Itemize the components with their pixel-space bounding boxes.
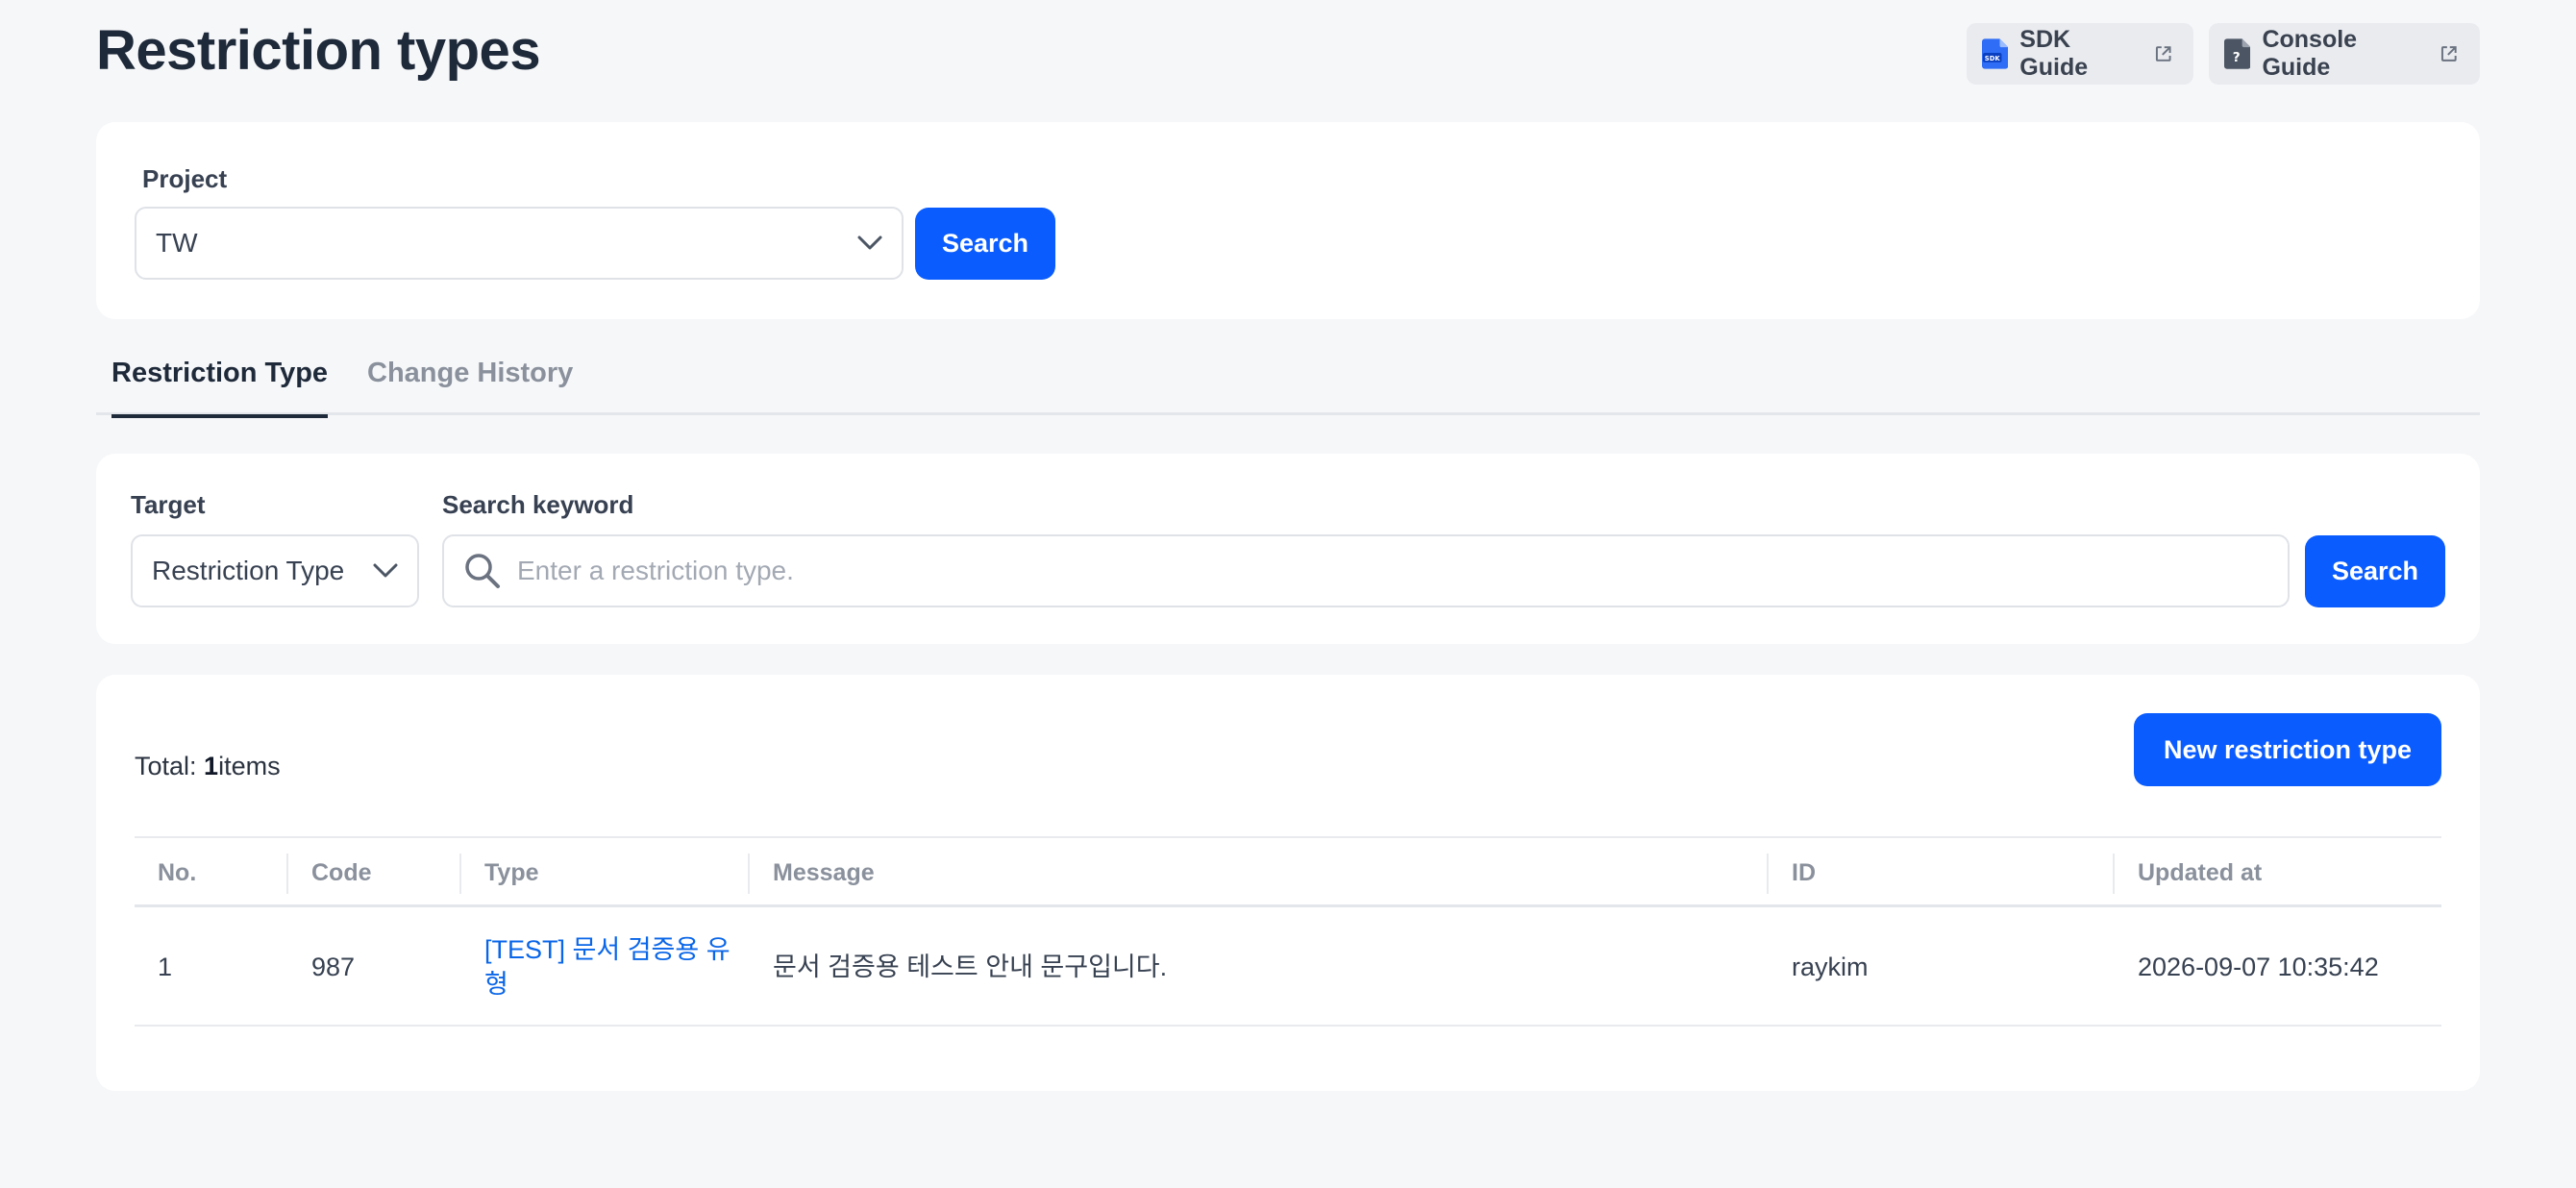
- column-header-no: No.: [158, 858, 197, 886]
- cell-updated-at: 2026-09-07 10:35:42: [2138, 953, 2379, 981]
- tab-restriction-type[interactable]: Restriction Type: [111, 358, 329, 418]
- keyword-search-input[interactable]: [517, 556, 2288, 586]
- svg-text:?: ?: [2233, 50, 2241, 65]
- chevron-down-icon: [857, 235, 882, 250]
- console-guide-button[interactable]: ? Console Guide: [2209, 23, 2480, 85]
- cell-message: 문서 검증용 테스트 안내 문구입니다.: [773, 953, 1168, 981]
- sdk-guide-button[interactable]: SDK SDK Guide: [1967, 23, 2193, 85]
- results-card: Total: 1items New restriction type No. C…: [96, 675, 2480, 1091]
- table-header: No. Code Type Message ID Updated at: [135, 836, 2441, 907]
- chevron-down-icon: [373, 563, 398, 578]
- column-divider: [286, 854, 288, 894]
- cell-code: 987: [311, 953, 356, 981]
- project-search-button[interactable]: Search: [915, 208, 1055, 280]
- target-label: Target: [131, 490, 206, 519]
- column-header-type: Type: [484, 858, 539, 886]
- total-count: Total: 1items: [135, 752, 281, 781]
- project-select-value: TW: [156, 228, 198, 258]
- column-divider: [2113, 854, 2115, 894]
- total-number: 1: [204, 752, 219, 780]
- sdk-guide-label: SDK Guide: [2019, 26, 2089, 81]
- project-select[interactable]: TW: [135, 207, 904, 280]
- search-icon: [465, 554, 500, 588]
- column-header-code: Code: [311, 858, 372, 886]
- tab-change-history[interactable]: Change History: [367, 358, 573, 415]
- column-divider: [1767, 854, 1769, 894]
- column-header-id: ID: [1792, 858, 1816, 886]
- svg-text:SDK: SDK: [1985, 55, 2001, 62]
- column-header-message: Message: [773, 858, 875, 886]
- cell-id: raykim: [1792, 953, 1869, 981]
- tab-bar: Restriction Type Change History: [96, 346, 2480, 418]
- target-select-value: Restriction Type: [152, 556, 345, 585]
- external-link-icon: [2155, 46, 2171, 62]
- cell-type-link[interactable]: [TEST] 문서 검증용 유형: [484, 907, 731, 1027]
- page-title: Restriction types: [96, 19, 541, 82]
- restriction-filter-card: Target Restriction Type Search keyword S…: [96, 454, 2480, 644]
- column-header-updated-at: Updated at: [2138, 858, 2263, 886]
- target-select[interactable]: Restriction Type: [131, 534, 419, 607]
- total-prefix: Total:: [135, 752, 205, 780]
- help-document-icon: ?: [2224, 38, 2251, 69]
- restriction-table: No. Code Type Message ID Updated at 1 98…: [135, 836, 2441, 1027]
- sdk-document-icon: SDK: [1982, 38, 2009, 69]
- total-suffix: items: [218, 752, 281, 780]
- column-divider: [748, 854, 750, 894]
- column-divider: [459, 854, 461, 894]
- project-label: Project: [142, 164, 228, 193]
- cell-no: 1: [158, 953, 173, 981]
- external-link-icon: [2441, 46, 2458, 62]
- project-filter-card: Project TW Search: [96, 122, 2480, 319]
- keyword-label: Search keyword: [442, 490, 634, 519]
- console-guide-label: Console Guide: [2262, 26, 2358, 81]
- new-restriction-type-button[interactable]: New restriction type: [2134, 713, 2441, 786]
- keyword-search-field[interactable]: [442, 534, 2290, 607]
- table-row[interactable]: 1 987 [TEST] 문서 검증용 유형 문서 검증용 테스트 안내 문구입…: [135, 907, 2441, 1027]
- keyword-search-button[interactable]: Search: [2305, 535, 2445, 607]
